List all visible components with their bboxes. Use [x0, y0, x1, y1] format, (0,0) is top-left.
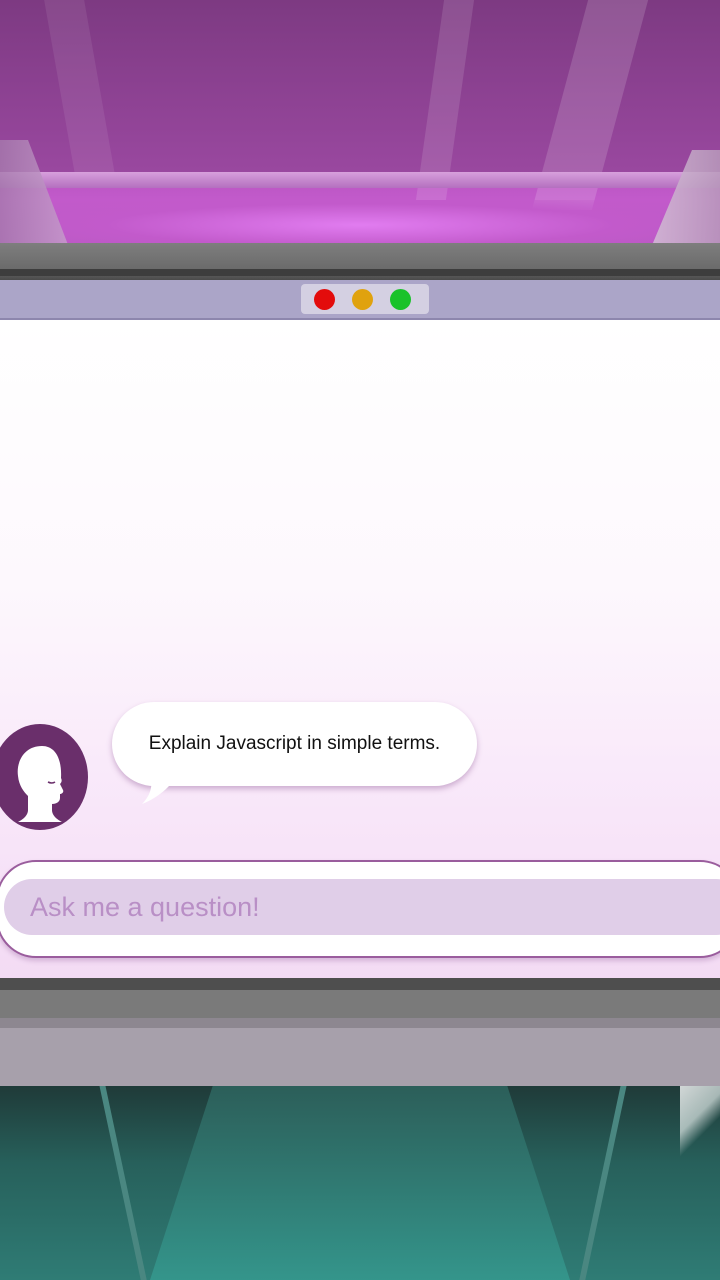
question-input[interactable]: [4, 879, 720, 935]
minimize-button[interactable]: [352, 289, 373, 310]
monitor-frame-top: [0, 243, 720, 280]
close-button[interactable]: [314, 289, 335, 310]
background-bottom-corridor: [0, 1085, 720, 1280]
window-controls: [301, 284, 429, 314]
background-top-corridor: [0, 0, 720, 250]
maximize-button[interactable]: [390, 289, 411, 310]
avatar: [0, 724, 88, 830]
monitor-frame-bottom: [0, 978, 720, 1086]
bubble-tail: [142, 770, 182, 804]
head-profile-icon: [17, 746, 64, 822]
